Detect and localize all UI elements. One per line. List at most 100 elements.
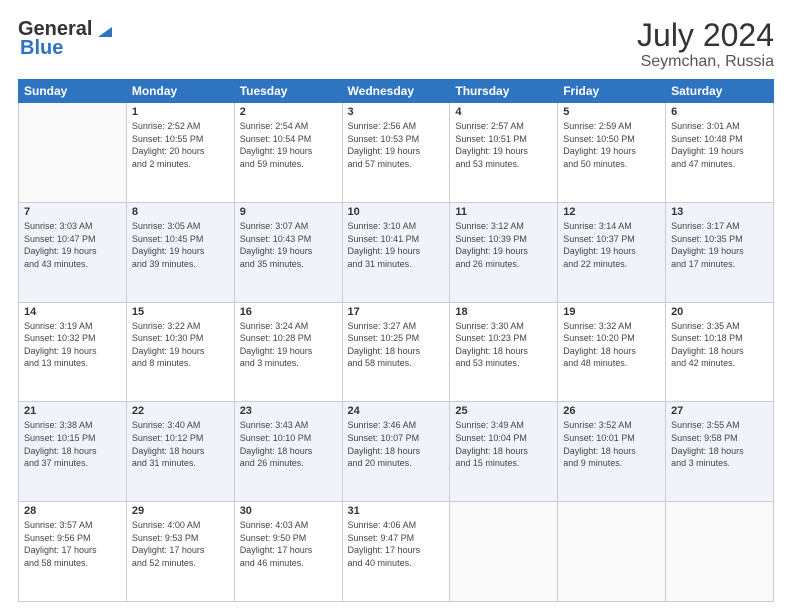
calendar-week-row: 1 Sunrise: 2:52 AM Sunset: 10:55 PM Dayli… bbox=[19, 103, 774, 203]
calendar-week-row: 14 Sunrise: 3:19 AM Sunset: 10:32 PM Dayl… bbox=[19, 302, 774, 402]
day-number: 21 bbox=[24, 405, 121, 417]
day-number: 15 bbox=[132, 306, 229, 318]
day-number: 29 bbox=[132, 505, 229, 517]
day-number: 9 bbox=[240, 206, 337, 218]
day-number: 1 bbox=[132, 106, 229, 118]
day-number: 30 bbox=[240, 505, 337, 517]
day-number: 12 bbox=[563, 206, 660, 218]
day-number: 31 bbox=[348, 505, 445, 517]
day-info: Sunrise: 3:40 AM Sunset: 10:12 PM Daylig… bbox=[132, 419, 229, 469]
day-info: Sunrise: 3:14 AM Sunset: 10:37 PM Daylig… bbox=[563, 220, 660, 270]
logo-icon bbox=[94, 19, 116, 41]
day-number: 25 bbox=[455, 405, 552, 417]
header-saturday: Saturday bbox=[666, 80, 774, 103]
calendar-cell: 12 Sunrise: 3:14 AM Sunset: 10:37 PM Dayl… bbox=[558, 202, 666, 302]
day-info: Sunrise: 4:06 AM Sunset: 9:47 PM Dayligh… bbox=[348, 519, 445, 569]
day-info: Sunrise: 2:56 AM Sunset: 10:53 PM Daylig… bbox=[348, 120, 445, 170]
calendar-cell bbox=[666, 502, 774, 602]
day-info: Sunrise: 3:57 AM Sunset: 9:56 PM Dayligh… bbox=[24, 519, 121, 569]
day-number: 3 bbox=[348, 106, 445, 118]
calendar-cell bbox=[450, 502, 558, 602]
calendar-cell: 20Sunrise: 3:35 AM Sunset: 10:18 PM Dayl… bbox=[666, 302, 774, 402]
day-info: Sunrise: 3:10 AM Sunset: 10:41 PM Daylig… bbox=[348, 220, 445, 270]
day-number: 5 bbox=[563, 106, 660, 118]
day-info: Sunrise: 3:05 AM Sunset: 10:45 PM Daylig… bbox=[132, 220, 229, 270]
calendar-cell bbox=[19, 103, 127, 203]
day-info: Sunrise: 3:35 AM Sunset: 10:18 PM Daylig… bbox=[671, 320, 768, 370]
day-info: Sunrise: 4:00 AM Sunset: 9:53 PM Dayligh… bbox=[132, 519, 229, 569]
day-number: 23 bbox=[240, 405, 337, 417]
logo-blue: Blue bbox=[20, 37, 63, 60]
day-info: Sunrise: 3:01 AM Sunset: 10:48 PM Daylig… bbox=[671, 120, 768, 170]
day-number: 22 bbox=[132, 405, 229, 417]
calendar-cell: 19 Sunrise: 3:32 AM Sunset: 10:20 PM Dayl… bbox=[558, 302, 666, 402]
day-info: Sunrise: 3:32 AM Sunset: 10:20 PM Daylig… bbox=[563, 320, 660, 370]
calendar-cell: 22 Sunrise: 3:40 AM Sunset: 10:12 PM Dayl… bbox=[126, 402, 234, 502]
day-number: 14 bbox=[24, 306, 121, 318]
day-number: 27 bbox=[671, 405, 768, 417]
calendar-cell: 14 Sunrise: 3:19 AM Sunset: 10:32 PM Dayl… bbox=[19, 302, 127, 402]
calendar-cell: 31 Sunrise: 4:06 AM Sunset: 9:47 PM Dayli… bbox=[342, 502, 450, 602]
day-number: 10 bbox=[348, 206, 445, 218]
day-number: 26 bbox=[563, 405, 660, 417]
header-friday: Friday bbox=[558, 80, 666, 103]
calendar-cell bbox=[558, 502, 666, 602]
calendar-table: Sunday Monday Tuesday Wednesday Thursday… bbox=[18, 79, 774, 602]
day-info: Sunrise: 3:27 AM Sunset: 10:25 PM Daylig… bbox=[348, 320, 445, 370]
day-info: Sunrise: 3:07 AM Sunset: 10:43 PM Daylig… bbox=[240, 220, 337, 270]
calendar-cell: 24Sunrise: 3:46 AM Sunset: 10:07 PM Dayl… bbox=[342, 402, 450, 502]
header-sunday: Sunday bbox=[19, 80, 127, 103]
calendar-cell: 9 Sunrise: 3:07 AM Sunset: 10:43 PM Dayli… bbox=[234, 202, 342, 302]
calendar-week-row: 7Sunrise: 3:03 AM Sunset: 10:47 PM Dayli… bbox=[19, 202, 774, 302]
calendar-cell: 11Sunrise: 3:12 AM Sunset: 10:39 PM Dayl… bbox=[450, 202, 558, 302]
day-info: Sunrise: 3:55 AM Sunset: 9:58 PM Dayligh… bbox=[671, 419, 768, 469]
day-info: Sunrise: 3:24 AM Sunset: 10:28 PM Daylig… bbox=[240, 320, 337, 370]
calendar-cell: 10 Sunrise: 3:10 AM Sunset: 10:41 PM Dayl… bbox=[342, 202, 450, 302]
calendar-cell: 21 Sunrise: 3:38 AM Sunset: 10:15 PM Dayl… bbox=[19, 402, 127, 502]
calendar-cell: 3 Sunrise: 2:56 AM Sunset: 10:53 PM Dayli… bbox=[342, 103, 450, 203]
day-info: Sunrise: 2:54 AM Sunset: 10:54 PM Daylig… bbox=[240, 120, 337, 170]
calendar-cell: 26Sunrise: 3:52 AM Sunset: 10:01 PM Dayl… bbox=[558, 402, 666, 502]
calendar-cell: 6Sunrise: 3:01 AM Sunset: 10:48 PM Dayli… bbox=[666, 103, 774, 203]
day-info: Sunrise: 3:19 AM Sunset: 10:32 PM Daylig… bbox=[24, 320, 121, 370]
page: General Blue July 2024 Seymchan, Russia … bbox=[0, 0, 792, 612]
day-info: Sunrise: 3:49 AM Sunset: 10:04 PM Daylig… bbox=[455, 419, 552, 469]
day-number: 19 bbox=[563, 306, 660, 318]
calendar-week-row: 21 Sunrise: 3:38 AM Sunset: 10:15 PM Dayl… bbox=[19, 402, 774, 502]
calendar-cell: 18Sunrise: 3:30 AM Sunset: 10:23 PM Dayl… bbox=[450, 302, 558, 402]
calendar-cell: 1 Sunrise: 2:52 AM Sunset: 10:55 PM Dayli… bbox=[126, 103, 234, 203]
day-number: 13 bbox=[671, 206, 768, 218]
day-info: Sunrise: 3:22 AM Sunset: 10:30 PM Daylig… bbox=[132, 320, 229, 370]
calendar-cell: 16 Sunrise: 3:24 AM Sunset: 10:28 PM Dayl… bbox=[234, 302, 342, 402]
calendar-cell: 29 Sunrise: 4:00 AM Sunset: 9:53 PM Dayli… bbox=[126, 502, 234, 602]
day-info: Sunrise: 3:43 AM Sunset: 10:10 PM Daylig… bbox=[240, 419, 337, 469]
day-number: 11 bbox=[455, 206, 552, 218]
calendar-cell: 23 Sunrise: 3:43 AM Sunset: 10:10 PM Dayl… bbox=[234, 402, 342, 502]
day-info: Sunrise: 2:52 AM Sunset: 10:55 PM Daylig… bbox=[132, 120, 229, 170]
day-info: Sunrise: 4:03 AM Sunset: 9:50 PM Dayligh… bbox=[240, 519, 337, 569]
day-number: 8 bbox=[132, 206, 229, 218]
day-number: 17 bbox=[348, 306, 445, 318]
day-info: Sunrise: 2:57 AM Sunset: 10:51 PM Daylig… bbox=[455, 120, 552, 170]
day-info: Sunrise: 2:59 AM Sunset: 10:50 PM Daylig… bbox=[563, 120, 660, 170]
day-number: 28 bbox=[24, 505, 121, 517]
calendar-week-row: 28 Sunrise: 3:57 AM Sunset: 9:56 PM Dayli… bbox=[19, 502, 774, 602]
header-wednesday: Wednesday bbox=[342, 80, 450, 103]
calendar-header-row: Sunday Monday Tuesday Wednesday Thursday… bbox=[19, 80, 774, 103]
calendar-cell: 13 Sunrise: 3:17 AM Sunset: 10:35 PM Dayl… bbox=[666, 202, 774, 302]
calendar-title: July 2024 bbox=[637, 18, 774, 53]
calendar-cell: 30 Sunrise: 4:03 AM Sunset: 9:50 PM Dayli… bbox=[234, 502, 342, 602]
day-number: 2 bbox=[240, 106, 337, 118]
title-section: July 2024 Seymchan, Russia bbox=[637, 18, 774, 71]
calendar-cell: 8 Sunrise: 3:05 AM Sunset: 10:45 PM Dayli… bbox=[126, 202, 234, 302]
calendar-cell: 27 Sunrise: 3:55 AM Sunset: 9:58 PM Dayli… bbox=[666, 402, 774, 502]
header-monday: Monday bbox=[126, 80, 234, 103]
day-info: Sunrise: 3:46 AM Sunset: 10:07 PM Daylig… bbox=[348, 419, 445, 469]
logo: General Blue bbox=[18, 18, 116, 60]
day-number: 16 bbox=[240, 306, 337, 318]
day-info: Sunrise: 3:17 AM Sunset: 10:35 PM Daylig… bbox=[671, 220, 768, 270]
calendar-cell: 7Sunrise: 3:03 AM Sunset: 10:47 PM Dayli… bbox=[19, 202, 127, 302]
day-info: Sunrise: 3:03 AM Sunset: 10:47 PM Daylig… bbox=[24, 220, 121, 270]
day-info: Sunrise: 3:38 AM Sunset: 10:15 PM Daylig… bbox=[24, 419, 121, 469]
day-info: Sunrise: 3:30 AM Sunset: 10:23 PM Daylig… bbox=[455, 320, 552, 370]
